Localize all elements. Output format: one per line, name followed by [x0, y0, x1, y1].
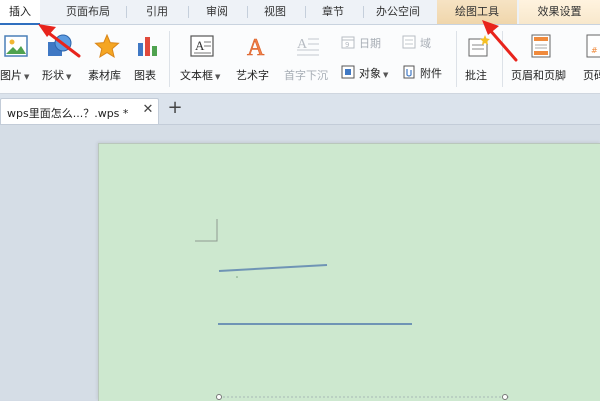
line-shape-long[interactable] — [217, 321, 413, 327]
page-number-label: 页码 — [583, 69, 600, 82]
svg-text:9: 9 — [345, 41, 349, 49]
picture-label: 图片 — [0, 69, 22, 82]
picture-icon — [4, 35, 28, 57]
line-shape-short[interactable] — [217, 262, 329, 274]
star-icon — [94, 34, 120, 58]
field-label: 域 — [420, 37, 431, 50]
object-icon — [341, 65, 355, 79]
material-library-label: 素材库 — [88, 69, 121, 82]
tab-effects[interactable]: 效果设置 — [519, 0, 600, 24]
tab-office-space[interactable]: 办公空间 — [366, 0, 430, 24]
header-footer-label: 页眉和页脚 — [511, 69, 566, 82]
date-button[interactable]: 9 日期 — [339, 33, 391, 51]
wordart-icon: A — [247, 35, 266, 59]
attachment-button[interactable]: 附件 — [400, 63, 452, 81]
cursor-dot — [236, 276, 238, 278]
page-number-icon: # — [586, 34, 600, 58]
shapes-icon — [48, 34, 72, 56]
attachment-label: 附件 — [420, 67, 442, 80]
comment-label: 批注 — [465, 69, 487, 82]
menu-separator — [363, 6, 364, 18]
dropcap-icon: A — [297, 37, 319, 56]
wordart-button[interactable]: A 艺术字 — [234, 25, 278, 93]
group-separator — [456, 31, 457, 87]
shapes-label: 形状 — [42, 69, 64, 82]
tab-page-layout[interactable]: 页面布局 — [55, 0, 121, 24]
close-icon[interactable]: ✕ — [141, 103, 155, 117]
chevron-down-icon: ▼ — [66, 73, 72, 81]
svg-text:#: # — [591, 46, 598, 55]
material-library-button[interactable]: 素材库 — [86, 25, 128, 93]
document-tab[interactable]: wps里面怎么...？.wps * ✕ — [0, 98, 159, 124]
dropcap-button[interactable]: A 首字下沉 — [282, 25, 334, 93]
chart-label: 图表 — [134, 69, 156, 82]
tab-view[interactable]: 视图 — [250, 0, 300, 24]
document-workspace — [0, 125, 600, 401]
svg-text:A: A — [195, 38, 205, 53]
tab-drawing-tools[interactable]: 绘图工具 — [437, 0, 517, 24]
dropcap-label: 首字下沉 — [284, 69, 328, 82]
tab-references[interactable]: 引用 — [132, 0, 182, 24]
textbox-button[interactable]: A 文本框 ▼ — [176, 25, 230, 93]
textbox-icon: A — [190, 35, 214, 57]
field-button[interactable]: 域 — [400, 33, 440, 51]
comment-icon — [468, 35, 490, 57]
attachment-icon — [403, 65, 415, 79]
chevron-down-icon: ▼ — [383, 71, 389, 79]
shapes-button[interactable]: 形状 ▼ — [42, 25, 82, 93]
chevron-down-icon: ▼ — [215, 73, 221, 81]
picture-button[interactable]: 图片 ▼ — [0, 25, 38, 93]
date-label: 日期 — [359, 37, 381, 50]
object-button[interactable]: 对象 ▼ — [339, 63, 399, 81]
date-icon: 9 — [341, 36, 355, 49]
textbox-label: 文本框 — [180, 69, 213, 82]
tab-insert[interactable]: 插入 — [0, 0, 40, 25]
menu-separator — [188, 6, 189, 18]
menu-separator — [247, 6, 248, 18]
document-tab-bar: wps里面怎么...？.wps * ✕ + — [0, 94, 600, 125]
margin-corner-mark — [195, 219, 218, 242]
chart-icon — [138, 37, 157, 56]
menu-bar: 插入 页面布局 引用 审阅 视图 章节 办公空间 绘图工具 效果设置 — [0, 0, 600, 25]
comment-button[interactable]: 批注 — [461, 25, 497, 93]
chevron-down-icon: ▼ — [24, 73, 30, 81]
field-icon — [402, 35, 416, 49]
svg-text:A: A — [247, 35, 265, 59]
tab-chapter[interactable]: 章节 — [308, 0, 358, 24]
menu-separator — [305, 6, 306, 18]
wordart-label: 艺术字 — [236, 69, 269, 82]
menu-separator — [126, 6, 127, 18]
document-tab-title: wps里面怎么...？.wps * — [7, 107, 129, 120]
group-separator — [169, 31, 170, 87]
group-separator — [502, 31, 503, 87]
header-footer-button[interactable]: 页眉和页脚 — [507, 25, 577, 93]
header-footer-icon — [531, 34, 551, 58]
object-label: 对象 — [359, 67, 381, 80]
page-number-button[interactable]: # 页码 — [580, 25, 600, 93]
document-page[interactable] — [98, 143, 600, 401]
chart-button[interactable]: 图表 — [132, 25, 164, 93]
tab-review[interactable]: 审阅 — [192, 0, 242, 24]
ribbon: 图片 ▼ 形状 ▼ 素材库 图表 A 文本框 ▼ A 艺术字 A 首字下沉 9 … — [0, 25, 600, 94]
new-tab-button[interactable]: + — [166, 99, 184, 118]
